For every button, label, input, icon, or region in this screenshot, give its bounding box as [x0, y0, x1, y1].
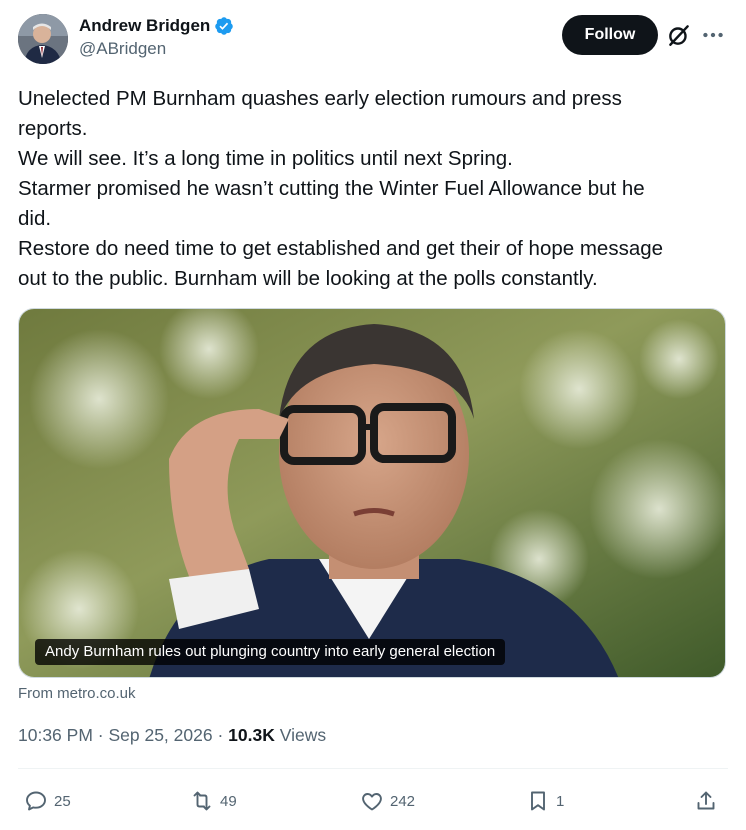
bookmark-icon [531, 791, 545, 811]
heart-icon [362, 793, 382, 811]
repost-count: 49 [220, 792, 237, 810]
more-icon[interactable] [700, 22, 726, 48]
reply-button[interactable]: 25 [24, 785, 71, 817]
tweet-text-line: out to the public. Burnham will be looki… [18, 267, 598, 290]
tweet-text-line: Restore do need time to get established … [18, 237, 664, 260]
tweet-date[interactable]: Sep 25, 2026 [108, 725, 212, 745]
author-display-name[interactable]: Andrew Bridgen [79, 16, 210, 36]
views-count: 10.3K [228, 725, 275, 745]
tweet-text: Unelected PM Burnham quashes early elect… [18, 84, 728, 294]
avatar[interactable] [18, 14, 68, 64]
bookmark-button[interactable]: 1 [526, 785, 564, 817]
tweet-text-line: Starmer promised he wasn’t cutting the W… [18, 177, 645, 200]
meta-separator: · [92, 725, 109, 745]
grok-icon[interactable] [666, 22, 692, 48]
verified-badge-icon [215, 17, 234, 35]
tweet-text-line: did. [18, 207, 52, 230]
tweet-time[interactable]: 10:36 PM [18, 725, 93, 745]
meta-separator: · [212, 725, 229, 745]
bookmark-count: 1 [556, 792, 565, 810]
tweet-text-line: Unelected PM Burnham quashes early elect… [18, 87, 622, 110]
share-button[interactable] [694, 785, 718, 817]
action-bar: 25 49 242 1 [0, 785, 746, 817]
reply-count: 25 [54, 792, 71, 810]
divider [18, 768, 728, 769]
tweet-meta: 10:36 PM · Sep 25, 2026 · 10.3K Views [18, 725, 326, 746]
share-icon [697, 791, 715, 810]
reply-icon [26, 791, 46, 811]
repost-icon [193, 791, 211, 811]
tweet: Andrew Bridgen @ABridgen Follow Unelecte… [0, 0, 746, 830]
like-button[interactable]: 242 [360, 785, 415, 817]
follow-button[interactable]: Follow [562, 15, 658, 55]
author-info: Andrew Bridgen @ABridgen [79, 16, 234, 59]
link-card-media[interactable]: Andy Burnham rules out plunging country … [18, 308, 726, 678]
news-photo [19, 309, 725, 677]
views-label: Views [274, 725, 327, 745]
link-source[interactable]: From metro.co.uk [18, 685, 136, 702]
repost-button[interactable]: 49 [190, 785, 237, 817]
author-handle[interactable]: @ABridgen [79, 39, 234, 59]
tweet-text-line: reports. [18, 117, 88, 140]
media-caption: Andy Burnham rules out plunging country … [35, 639, 506, 665]
tweet-text-line: We will see. It’s a long time in politic… [18, 147, 513, 170]
like-count: 242 [390, 792, 416, 810]
avatar-image [18, 14, 68, 64]
